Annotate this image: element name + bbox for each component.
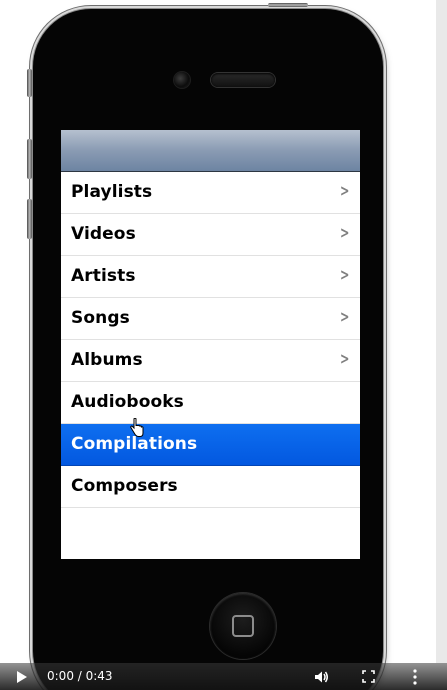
- volume-up-button: [27, 139, 32, 179]
- chevron-right-icon: >: [339, 265, 349, 284]
- volume-down-button: [27, 199, 32, 239]
- menu-item-label: Audiobooks: [71, 392, 184, 412]
- hand-pointer-icon: [130, 418, 144, 437]
- menu-item-composers[interactable]: Composers: [61, 466, 360, 508]
- chevron-right-icon: >: [339, 307, 349, 326]
- home-button[interactable]: [210, 593, 276, 659]
- home-square-icon: [232, 615, 254, 637]
- menu-item-label: Playlists: [71, 182, 153, 202]
- chevron-right-icon: >: [339, 223, 349, 242]
- navigation-bar: [61, 130, 360, 172]
- menu-item-label: Videos: [71, 224, 136, 244]
- playback-time: 0:00 / 0:43: [47, 669, 113, 683]
- fullscreen-icon[interactable]: [362, 670, 375, 683]
- menu-item-compilations[interactable]: Compilations: [61, 424, 360, 466]
- play-icon[interactable]: [17, 671, 27, 683]
- media-menu-list: Playlists > Videos > Artists > Songs > A…: [61, 172, 360, 508]
- phone-screen: Playlists > Videos > Artists > Songs > A…: [61, 130, 360, 559]
- menu-item-artists[interactable]: Artists >: [61, 256, 360, 298]
- earpiece-speaker: [211, 73, 275, 87]
- chevron-right-icon: >: [339, 349, 349, 368]
- more-options-icon[interactable]: [413, 669, 417, 685]
- frame-edge: [436, 0, 447, 663]
- menu-item-songs[interactable]: Songs >: [61, 298, 360, 340]
- menu-item-videos[interactable]: Videos >: [61, 214, 360, 256]
- menu-item-albums[interactable]: Albums >: [61, 340, 360, 382]
- volume-icon[interactable]: [313, 669, 329, 685]
- mute-switch: [27, 69, 32, 97]
- front-camera: [174, 72, 190, 88]
- menu-item-audiobooks[interactable]: Audiobooks: [61, 382, 360, 424]
- video-frame: Playlists > Videos > Artists > Songs > A…: [0, 0, 447, 690]
- menu-item-label: Artists: [71, 266, 136, 286]
- chevron-right-icon: >: [339, 181, 349, 200]
- menu-item-label: Composers: [71, 476, 178, 496]
- video-controls-bar: 0:00 / 0:43: [0, 663, 447, 690]
- menu-item-label: Albums: [71, 350, 143, 370]
- menu-item-playlists[interactable]: Playlists >: [61, 172, 360, 214]
- power-button: [268, 3, 308, 7]
- menu-item-label: Songs: [71, 308, 130, 328]
